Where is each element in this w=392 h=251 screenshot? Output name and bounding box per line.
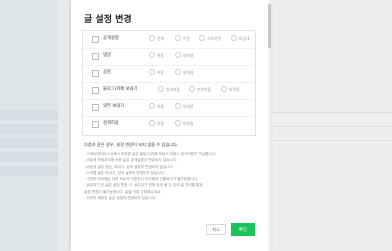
setting-row-visibility: 공개설정 전체 이웃 서로이웃 비공개 — [83, 32, 255, 48]
setting-row-blog-cafe-share: 블로그/카페 보내기 링크허용 본문허용 비허용 — [83, 83, 255, 99]
notice-title: 다음과 같은 경우, 설정 변경이 되지 않을 수 있습니다. — [84, 142, 179, 147]
setting-label: 외부 보내기 — [103, 104, 125, 109]
setting-label: 블로그/카페 보내기 — [103, 87, 138, 92]
radio-icon — [149, 52, 155, 58]
radio-icon — [149, 103, 155, 109]
setting-checkbox[interactable] — [92, 53, 99, 60]
option-mutual-neighbor[interactable]: 서로이웃 — [199, 35, 221, 42]
setting-label: 검색허용 — [103, 121, 119, 126]
option-allow[interactable]: 허용 — [149, 120, 164, 127]
setting-label: 댓글 — [103, 53, 111, 58]
option-neighbor[interactable]: 이웃 — [175, 35, 190, 42]
option-private[interactable]: 비공개 — [231, 35, 249, 42]
radio-icon — [149, 120, 155, 126]
radio-icon — [189, 86, 195, 92]
option-disallow[interactable]: 비허용 — [175, 103, 193, 110]
option-disallow[interactable]: 비허용 — [175, 52, 193, 59]
confirm-button[interactable]: 확인 — [231, 223, 255, 236]
option-allow[interactable]: 허용 — [149, 69, 164, 76]
option-all[interactable]: 전체 — [149, 35, 164, 42]
option-allow[interactable]: 허용 — [149, 52, 164, 59]
radio-icon — [231, 35, 237, 41]
settings-table: 공개설정 전체 이웃 서로이웃 비공개 댓글 허용 비허용 공감 허용 비허용 … — [82, 30, 256, 136]
option-allow[interactable]: 허용 — [149, 103, 164, 110]
setting-checkbox[interactable] — [92, 36, 99, 43]
radio-icon — [175, 35, 181, 41]
setting-row-sympathy: 공감 허용 비허용 — [83, 66, 255, 82]
radio-icon — [175, 120, 181, 126]
option-link-allow[interactable]: 링크허용 — [158, 86, 180, 93]
setting-checkbox[interactable] — [92, 121, 99, 128]
setting-label: 공개설정 — [103, 36, 119, 41]
setting-checkbox[interactable] — [92, 87, 99, 94]
option-disallow[interactable]: 비허용 — [175, 69, 193, 76]
setting-row-external-share: 외부 보내기 허용 비허용 — [83, 100, 255, 116]
cancel-button[interactable]: 취소 — [206, 224, 226, 235]
setting-row-search: 검색허용 허용 비허용 — [83, 117, 255, 133]
option-disallow[interactable]: 비허용 — [175, 120, 193, 127]
radio-icon — [175, 69, 181, 75]
radio-icon — [158, 86, 164, 92]
dialog-scrollbar[interactable] — [268, 0, 271, 251]
setting-checkbox[interactable] — [92, 104, 99, 111]
setting-label: 공감 — [103, 70, 111, 75]
notice-item: - 이웃이 제한된 글은 설정이 변경되지 않습니다. — [84, 196, 157, 201]
radio-icon — [149, 69, 155, 75]
radio-icon — [175, 52, 181, 58]
radio-icon — [149, 35, 155, 41]
setting-row-comments: 댓글 허용 비허용 — [83, 49, 255, 65]
option-disallow[interactable]: 비허용 — [221, 86, 239, 93]
notice-list: - 스마트에디터 2.0에서 작성한 글은 블로그/카페 보내기 허용시 링크허… — [84, 151, 260, 201]
radio-icon — [175, 103, 181, 109]
setting-checkbox[interactable] — [92, 70, 99, 77]
radio-icon — [199, 35, 205, 41]
scrollbar-thumb[interactable] — [268, 4, 271, 48]
radio-icon — [221, 86, 227, 92]
option-body-allow[interactable]: 본문허용 — [189, 86, 211, 93]
dialog-title: 글 설정 변경 — [84, 15, 132, 25]
